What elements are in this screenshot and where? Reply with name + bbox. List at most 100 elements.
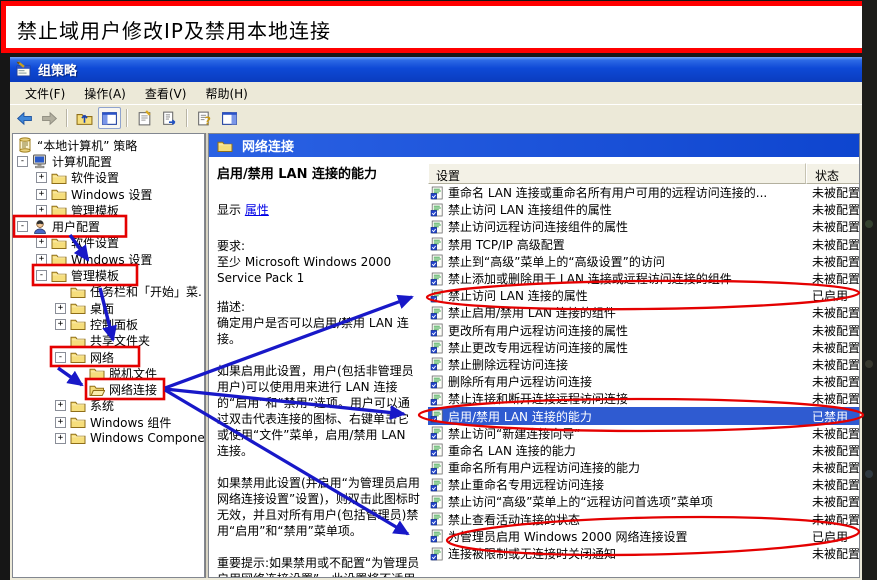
settings-row-1[interactable]: 禁止访问 LAN 连接组件的属性 未被配置 xyxy=(428,201,859,218)
expand-toggle-plus[interactable]: + xyxy=(36,172,47,184)
help-button[interactable]: ? xyxy=(193,107,216,129)
expand-toggle-plus[interactable]: + xyxy=(55,400,66,412)
expand-toggle-minus[interactable]: - xyxy=(36,270,47,282)
setting-status: 未被配置 xyxy=(812,340,860,355)
tree-item-13[interactable]: - 网络 xyxy=(13,349,204,365)
user-icon xyxy=(32,219,48,235)
menu-item-0[interactable]: 文件(F) xyxy=(16,83,75,104)
expand-toggle-plus[interactable]: + xyxy=(36,237,47,249)
setting-name: 禁止访问远程访问连接组件的属性 xyxy=(448,220,629,235)
tree-item-17[interactable]: + Windows 组件 xyxy=(13,414,204,430)
tree-item-6[interactable]: + 软件设置 xyxy=(13,235,204,251)
setting-status: 未被配置 xyxy=(812,186,860,201)
settings-row-2[interactable]: 禁止访问远程访问连接组件的属性 未被配置 xyxy=(428,218,859,235)
tree-item-12[interactable]: 共享文件夹 xyxy=(13,333,204,349)
policy-setting-icon xyxy=(430,443,444,457)
settings-row-4[interactable]: 禁止到“高级”菜单上的“高级设置”的访问 未被配置 xyxy=(428,253,859,270)
tree-item-label: 共享文件夹 xyxy=(90,334,151,349)
properties-button[interactable] xyxy=(133,107,156,129)
group-policy-app-icon xyxy=(15,61,32,78)
settings-row-21[interactable]: 连接被限制或无连接时关闭通知 未被配置 xyxy=(428,545,859,562)
settings-row-7[interactable]: 禁止启用/禁用 LAN 连接的组件 未被配置 xyxy=(428,304,859,321)
expand-toggle-plus[interactable]: + xyxy=(36,188,47,200)
settings-row-19[interactable]: 禁止查看活动连接的状态 未被配置 xyxy=(428,511,859,528)
expand-toggle-minus[interactable]: - xyxy=(17,155,28,167)
settings-row-16[interactable]: 重命名所有用户远程访问连接的能力 未被配置 xyxy=(428,459,859,476)
setting-status: 未被配置 xyxy=(812,495,860,510)
selected-setting-title: 启用/禁用 LAN 连接的能力 xyxy=(217,167,378,182)
expand-toggle-plus[interactable]: + xyxy=(55,416,66,428)
requirements-line: 至少 Microsoft Windows 2000 xyxy=(217,255,392,269)
expand-toggle-plus[interactable]: + xyxy=(36,204,47,216)
expand-toggle-plus[interactable]: + xyxy=(36,253,47,265)
tree-item-8[interactable]: - 管理模板 xyxy=(13,267,204,283)
expand-toggle-minus[interactable]: - xyxy=(17,221,28,233)
expand-toggle-minus[interactable]: - xyxy=(55,351,66,363)
show-hide-console-tree-button[interactable] xyxy=(98,107,121,129)
policy-setting-icon xyxy=(430,461,444,475)
tree-item-2[interactable]: + 软件设置 xyxy=(13,170,204,186)
tree-item-15[interactable]: 网络连接 xyxy=(13,381,204,397)
settings-row-13[interactable]: 启用/禁用 LAN 连接的能力 已禁用 xyxy=(428,407,859,425)
column-header-status[interactable]: 状态 xyxy=(806,163,859,184)
show-hide-action-pane-button[interactable] xyxy=(218,107,241,129)
tree-item-1[interactable]: - 计算机配置 xyxy=(13,153,204,169)
tree-item-11[interactable]: + 控制面板 xyxy=(13,316,204,332)
description-paragraph: 确定用户是否可以启用/禁用 LAN 连接。 xyxy=(217,316,409,346)
settings-row-8[interactable]: 更改所有用户远程访问连接的属性 未被配置 xyxy=(428,322,859,339)
tree-item-7[interactable]: + Windows 设置 xyxy=(13,251,204,267)
setting-name: 重命名 LAN 连接的能力 xyxy=(448,443,576,458)
tree-item-16[interactable]: + 系统 xyxy=(13,398,204,414)
tree-item-10[interactable]: + 桌面 xyxy=(13,300,204,316)
tree-item-label: 管理模板 xyxy=(71,269,120,284)
tree-item-18[interactable]: + Windows Components xyxy=(13,430,204,446)
computer-icon xyxy=(32,153,48,169)
settings-row-18[interactable]: 禁止访问“高级”菜单上的“远程访问首选项”菜单项 未被配置 xyxy=(428,493,860,510)
settings-row-5[interactable]: 禁止添加或删除用于 LAN 连接或远程访问连接的组件 未被配置 xyxy=(428,270,859,287)
expand-toggle-plus[interactable]: + xyxy=(55,302,66,314)
menu-item-3[interactable]: 帮助(H) xyxy=(196,83,257,104)
settings-row-6[interactable]: 禁止访问 LAN 连接的属性 已启用 xyxy=(428,287,859,304)
expand-toggle-plus[interactable]: + xyxy=(55,432,66,444)
export-list-button[interactable] xyxy=(158,107,181,129)
tree-item-0[interactable]: “本地计算机” 策略 xyxy=(13,137,204,153)
back-button[interactable] xyxy=(13,107,36,129)
setting-name: 禁用 TCP/IP 高级配置 xyxy=(448,237,565,252)
setting-status: 未被配置 xyxy=(812,375,860,390)
folder-icon xyxy=(70,284,86,300)
toolbar-separator xyxy=(186,109,188,127)
up-one-level-button[interactable] xyxy=(73,107,96,129)
properties-link[interactable]: 属性 xyxy=(245,203,269,217)
result-pane-title: 网络连接 xyxy=(242,140,295,155)
tree-item-label: “本地计算机” 策略 xyxy=(37,138,138,153)
tree-item-9[interactable]: 任务栏和「开始」菜. xyxy=(13,284,204,300)
settings-row-3[interactable]: 禁用 TCP/IP 高级配置 未被配置 xyxy=(428,236,859,253)
settings-row-20[interactable]: 为管理员启用 Windows 2000 网络连接设置 已启用 xyxy=(428,528,859,545)
policy-setting-icon xyxy=(430,203,444,217)
list-header: 设置 状态 xyxy=(428,163,859,184)
tree-item-3[interactable]: + Windows 设置 xyxy=(13,186,204,202)
policy-setting-icon xyxy=(430,409,444,423)
settings-row-9[interactable]: 禁止更改专用远程访问连接的属性 未被配置 xyxy=(428,339,860,356)
setting-name: 禁止连接和断开连接远程访问连接 xyxy=(448,392,629,407)
column-header-setting[interactable]: 设置 xyxy=(428,163,806,184)
tree-item-label: 软件设置 xyxy=(71,236,120,251)
show-hide-console-tree-icon xyxy=(102,111,117,125)
tree-item-5[interactable]: - 用户配置 xyxy=(13,218,204,234)
settings-row-12[interactable]: 禁止连接和断开连接远程访问连接 未被配置 xyxy=(428,390,859,407)
settings-row-17[interactable]: 禁止重命名专用远程访问连接 未被配置 xyxy=(428,476,859,493)
settings-row-15[interactable]: 重命名 LAN 连接的能力 未被配置 xyxy=(428,442,859,459)
tree-item-4[interactable]: + 管理模板 xyxy=(13,202,204,218)
settings-row-10[interactable]: 禁止删除远程访问连接 未被配置 xyxy=(428,356,859,373)
tree-item-14[interactable]: 脱机文件 xyxy=(13,365,204,381)
folder-icon xyxy=(70,333,86,349)
expand-toggle-plus[interactable]: + xyxy=(55,318,66,330)
tree-item-label: Windows 组件 xyxy=(90,415,172,430)
setting-name: 禁止启用/禁用 LAN 连接的组件 xyxy=(448,306,616,321)
menu-item-2[interactable]: 查看(V) xyxy=(136,83,197,104)
window-titlebar[interactable]: 组策略 xyxy=(10,57,862,82)
menu-item-1[interactable]: 操作(A) xyxy=(75,83,136,104)
settings-row-11[interactable]: 删除所有用户远程访问连接 未被配置 xyxy=(428,373,860,390)
settings-row-0[interactable]: 重命名 LAN 连接或重命名所有用户可用的远程访问连接的... 未被配置 xyxy=(428,184,860,201)
settings-row-14[interactable]: 禁止访问“新建连接向导” 未被配置 xyxy=(428,425,859,442)
